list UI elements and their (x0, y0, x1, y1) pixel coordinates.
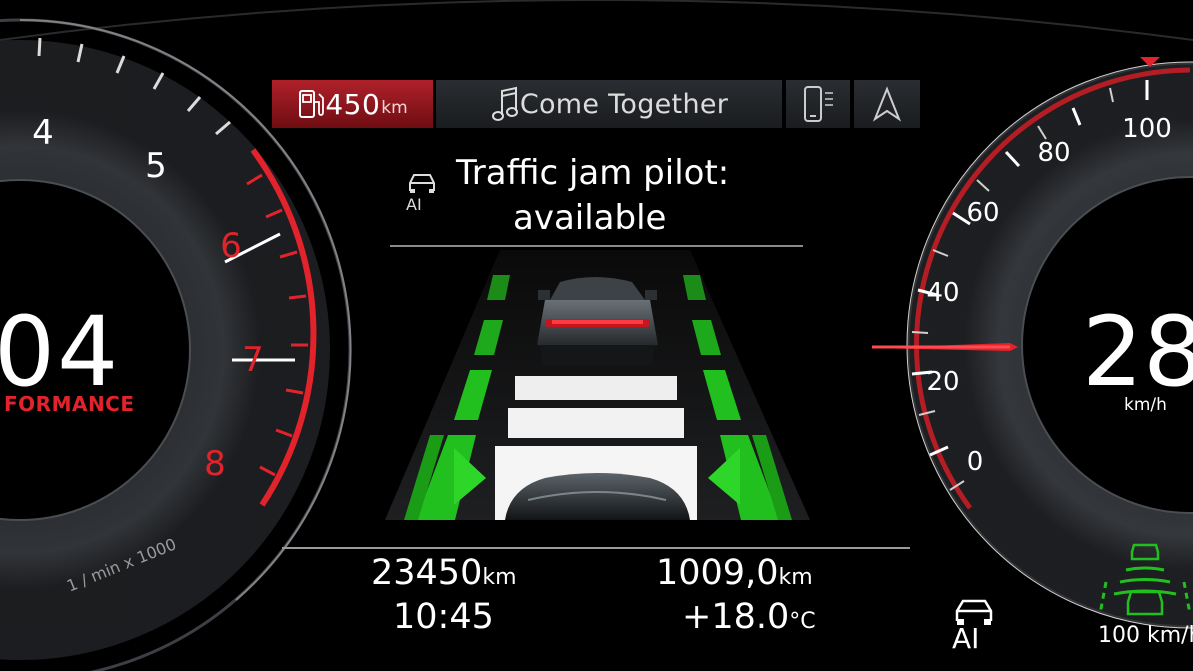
ai-status-label: AI (952, 622, 980, 655)
navigation-arrow-icon (872, 86, 902, 122)
trip-meter: 1009,0km (656, 553, 813, 593)
phone-tile[interactable] (786, 80, 850, 128)
acc-set-speed: 100 km/h (1098, 623, 1193, 648)
trip-unit: km (778, 565, 813, 590)
speed-tick-100: 100 (1122, 114, 1172, 144)
speed-tick-0: 0 (966, 447, 984, 477)
navigation-tile[interactable] (854, 80, 920, 128)
tach-tick-4: 4 (32, 113, 54, 153)
tach-tick-6: 6 (220, 226, 242, 266)
drive-mode: FORMANCE (4, 392, 135, 416)
range-unit: km (381, 98, 408, 118)
pilot-status-value: available (513, 198, 667, 238)
range-tile[interactable]: 450 km (272, 80, 433, 128)
road-scene (385, 250, 810, 520)
speed-unit: km/h (1124, 395, 1167, 415)
clock: 10:45 (393, 597, 494, 637)
tach-tick-7: 7 (242, 340, 264, 380)
tach-tick-5: 5 (145, 146, 167, 186)
tach-tick-8: 8 (204, 444, 226, 484)
media-tile[interactable]: Come Together (436, 80, 782, 128)
song-title: Come Together (519, 88, 729, 120)
temperature-value: +18.0 (682, 597, 790, 637)
acc-speed-value: 100 (1098, 623, 1140, 648)
car-ai-icon (409, 174, 435, 193)
speed-tick-60: 60 (966, 198, 1000, 228)
temperature-unit: °C (789, 609, 816, 634)
adaptive-cruise-icon (1098, 543, 1192, 616)
acc-speed-unit: km/h (1147, 623, 1193, 648)
outside-temperature: +18.0°C (682, 597, 816, 637)
odometer-unit: km (482, 565, 517, 590)
speed-tick-80: 80 (1037, 138, 1071, 168)
odometer: 23450km (371, 553, 517, 593)
odometer-value: 23450 (371, 553, 483, 593)
phone-icon (804, 86, 833, 122)
range-value: 450 (325, 87, 381, 121)
fuel-pump-icon (299, 90, 325, 118)
speed-tick-40: 40 (926, 278, 960, 308)
music-note-icon (491, 86, 518, 121)
pilot-status-title: Traffic jam pilot: (456, 153, 730, 193)
speed-tick-20: 20 (926, 367, 960, 397)
current-speed: 28 (1082, 296, 1193, 408)
trip-value: 1009,0 (656, 553, 779, 593)
pilot-ai-label: AI (406, 195, 422, 214)
